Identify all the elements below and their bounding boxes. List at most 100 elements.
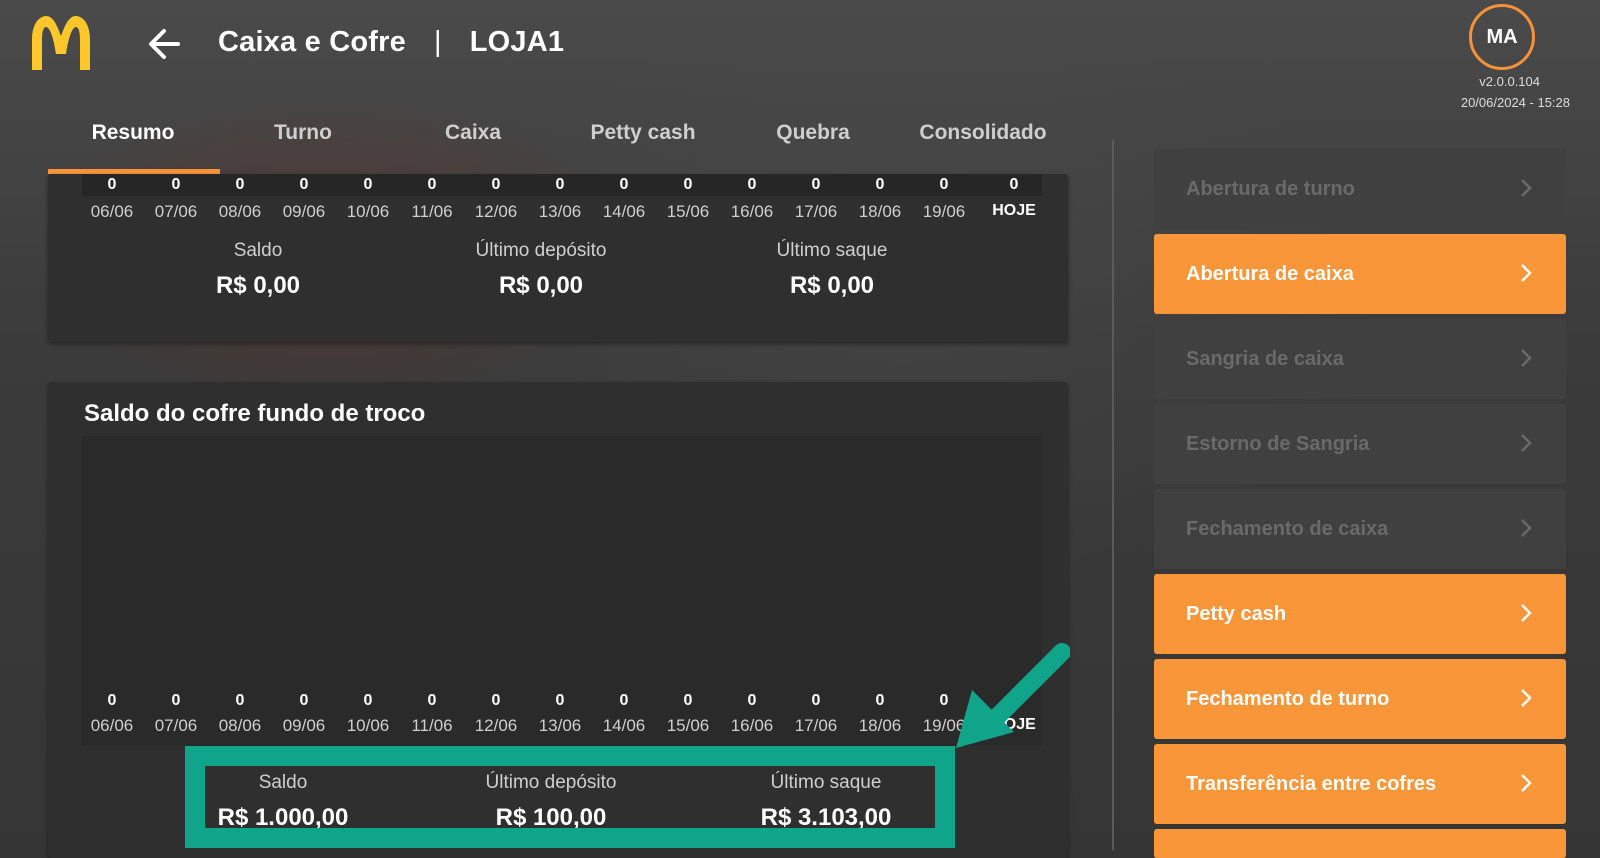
- stat-saldo-label: Saldo: [233, 240, 283, 261]
- menu-fechamento-de-caixa[interactable]: Fechamento de caixa: [1154, 489, 1566, 569]
- chevron-right-icon: [1521, 434, 1532, 452]
- chart-value: 0: [107, 692, 117, 709]
- chart-date-label: 07/06: [154, 202, 198, 221]
- menu-transferencia-entre-cofres-label: Transferência entre cofres: [1186, 772, 1437, 795]
- chart-date-label: 07/06: [154, 716, 198, 735]
- user-avatar[interactable]: MA: [1469, 4, 1535, 70]
- menu-fechamento-de-turno[interactable]: Fechamento de turno: [1154, 659, 1566, 739]
- card-title: Saldo do cofre fundo de troco: [84, 400, 426, 427]
- chart-value: 0: [939, 176, 949, 193]
- chart-value: 0: [107, 176, 117, 193]
- chart-value: 0: [811, 692, 821, 709]
- chevron-right-icon: [1521, 774, 1532, 792]
- chevron-right-icon: [1521, 689, 1532, 707]
- menu-estorno-de-sangria-label: Estorno de Sangria: [1186, 432, 1370, 455]
- chart-date-label: 13/06: [538, 716, 582, 735]
- chart-value: 0: [683, 176, 693, 193]
- chart-value: 0: [555, 692, 565, 709]
- chart-value: 0: [363, 176, 373, 193]
- tab-quebra[interactable]: Quebra: [728, 112, 898, 174]
- chart-value: 0: [747, 176, 757, 193]
- menu-sangria-de-caixa[interactable]: Sangria de caixa: [1154, 319, 1566, 399]
- chart-date-label: 14/06: [602, 202, 646, 221]
- chevron-right-icon: [1521, 519, 1532, 537]
- menu-petty-cash-label: Petty cash: [1186, 602, 1287, 625]
- page-title-text: Caixa e Cofre: [218, 26, 406, 58]
- chart-value: 0: [299, 176, 309, 193]
- chart-value: 0: [427, 176, 437, 193]
- stat-ultimo-saque: Último saque R$ 0,00: [744, 240, 920, 300]
- tab-turno[interactable]: Turno: [218, 112, 388, 174]
- chart-date-label: 13/06: [538, 202, 582, 221]
- tab-petty-cash[interactable]: Petty cash: [558, 112, 728, 174]
- chart-date-label: 16/06: [730, 716, 774, 735]
- menu-petty-cash[interactable]: Petty cash: [1154, 574, 1566, 654]
- chart-value: 0: [171, 692, 181, 709]
- chevron-right-icon: [1521, 264, 1532, 282]
- chart-date-label: 16/06: [730, 202, 774, 221]
- tab-bar: Resumo Turno Caixa Petty cash Quebra Con…: [48, 112, 1068, 174]
- tab-resumo[interactable]: Resumo: [48, 112, 220, 174]
- chart-date-label: 15/06: [666, 716, 710, 735]
- menu-abertura-de-caixa-label: Abertura de caixa: [1186, 262, 1354, 285]
- chart-date-label: 09/06: [282, 202, 326, 221]
- chart-value: 0: [555, 176, 565, 193]
- chart-date-label: 11/06: [411, 716, 453, 735]
- chart-value: 0: [299, 692, 309, 709]
- current-datetime: 20/06/2024 - 15:28: [1460, 95, 1570, 110]
- chart-date-label: 10/06: [346, 202, 390, 221]
- panel-divider: [1112, 140, 1114, 850]
- menu-sangria-de-caixa-label: Sangria de caixa: [1186, 347, 1344, 370]
- chart-value: 0: [235, 692, 245, 709]
- chart-value: 0: [235, 176, 245, 193]
- chart-date-label: 09/06: [282, 716, 326, 735]
- chart-value: 0: [875, 692, 885, 709]
- chart-value: 0: [427, 692, 437, 709]
- stat-ultimo-deposito-value: R$ 0,00: [498, 272, 584, 299]
- tab-caixa[interactable]: Caixa: [388, 112, 558, 174]
- menu-next-item-partial[interactable]: [1154, 829, 1566, 858]
- chart-value: 0: [747, 692, 757, 709]
- chart-value: 0: [619, 176, 629, 193]
- chart-date-label: 17/06: [794, 716, 838, 735]
- highlight-box: [185, 746, 955, 848]
- menu-abertura-de-turno[interactable]: Abertura de turno: [1154, 149, 1566, 229]
- menu-fechamento-de-turno-label: Fechamento de turno: [1186, 687, 1390, 710]
- title-separator: |: [433, 26, 442, 58]
- chart-date-label: 12/06: [474, 716, 518, 735]
- menu-estorno-de-sangria[interactable]: Estorno de Sangria: [1154, 404, 1566, 484]
- chevron-right-icon: [1521, 604, 1532, 622]
- pointer-arrow-icon: [956, 643, 1070, 748]
- stat-ultimo-saque-label: Último saque: [776, 240, 888, 261]
- chart-date-label: 18/06: [858, 716, 902, 735]
- stat-ultimo-deposito-label: Último depósito: [475, 240, 607, 261]
- tab-consolidado[interactable]: Consolidado: [898, 112, 1068, 174]
- chart-date-label: 12/06: [474, 202, 518, 221]
- chart-date-label: 17/06: [794, 202, 838, 221]
- chart-date-label: HOJE: [992, 202, 1036, 219]
- chart-date-label: 10/06: [346, 716, 390, 735]
- chart-date-label: 11/06: [411, 202, 453, 221]
- chart-date-label: 15/06: [666, 202, 710, 221]
- stat-ultimo-saque-value: R$ 0,00: [789, 272, 875, 299]
- stat-saldo: Saldo R$ 0,00: [178, 240, 338, 300]
- mcdonalds-logo: [32, 16, 90, 70]
- chart-value: 0: [1009, 176, 1019, 193]
- menu-abertura-de-caixa[interactable]: Abertura de caixa: [1154, 234, 1566, 314]
- page-title: Caixa e Cofre | LOJA1: [218, 26, 564, 59]
- menu-abertura-de-turno-label: Abertura de turno: [1186, 177, 1355, 200]
- stat-saldo-value: R$ 0,00: [215, 272, 301, 299]
- chart-value: 0: [363, 692, 373, 709]
- chart-date-label: 08/06: [218, 716, 262, 735]
- stat-ultimo-deposito: Último depósito R$ 0,00: [448, 240, 634, 300]
- chart-value: 0: [171, 176, 181, 193]
- chart-date-label: 14/06: [602, 716, 646, 735]
- chevron-right-icon: [1521, 179, 1532, 197]
- menu-transferencia-entre-cofres[interactable]: Transferência entre cofres: [1154, 744, 1566, 824]
- back-arrow-icon[interactable]: [144, 24, 184, 64]
- summary-card-top: 0 0 0 0 0 0 0 0 0 0 0 0 0 0 0 06/06 07/06 08/06 09/06 10/0…: [48, 174, 1068, 342]
- chart-date-label: 08/06: [218, 202, 262, 221]
- chevron-right-icon: [1521, 349, 1532, 367]
- chart-value: 0: [811, 176, 821, 193]
- store-name: LOJA1: [469, 26, 565, 58]
